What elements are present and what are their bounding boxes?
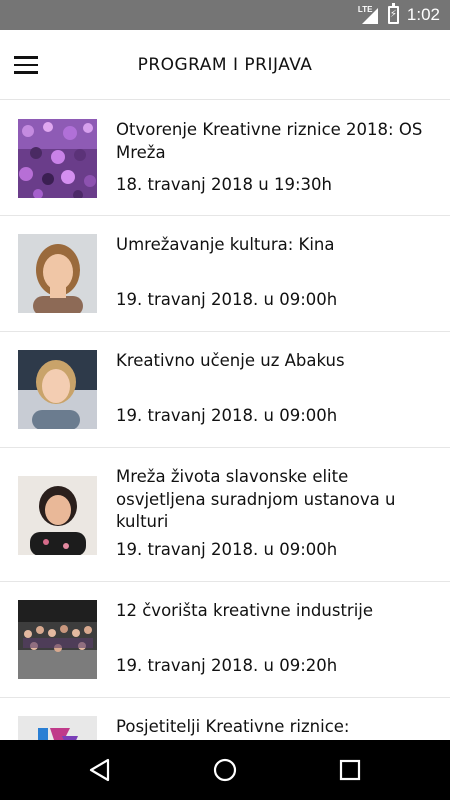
- event-title: 12 čvorišta kreativne industrije: [116, 601, 374, 620]
- back-icon[interactable]: [86, 756, 114, 784]
- crowd-purple-photo: [18, 119, 97, 198]
- dark-haired-woman-portrait-photo: [18, 476, 97, 555]
- event-date: 18. travanj 2018 u 19:30h: [116, 175, 332, 194]
- signal-icon: LTE: [358, 4, 380, 26]
- event-item[interactable]: Mreža života slavonske elite osvjetljena…: [0, 448, 450, 582]
- app-bar: PROGRAM I PRIJAVA: [0, 30, 450, 100]
- logo-photo: [18, 716, 97, 741]
- event-item[interactable]: Posjetitelji Kreativne riznice:: [0, 698, 450, 741]
- recents-icon[interactable]: [336, 756, 364, 784]
- status-time: 1:02: [406, 5, 440, 24]
- event-title: Posjetitelji Kreativne riznice:: [116, 717, 350, 736]
- status-icons: LTE ⚡ 1:02: [358, 0, 440, 30]
- navigation-bar: [0, 740, 450, 800]
- event-item[interactable]: 12 čvorišta kreativne industrije 19. tra…: [0, 582, 450, 698]
- home-icon[interactable]: [211, 756, 239, 784]
- event-list[interactable]: Otvorenje Kreativne riznice 2018: OS Mre…: [0, 101, 450, 741]
- battery-charging-icon: ⚡: [387, 3, 399, 24]
- event-title: Otvorenje Kreativne riznice 2018: OS Mre…: [116, 120, 423, 162]
- event-item[interactable]: Umrežavanje kultura: Kina 19. travanj 20…: [0, 216, 450, 332]
- group-photo: [18, 600, 97, 679]
- page-title: PROGRAM I PRIJAVA: [137, 55, 313, 75]
- event-date: 19. travanj 2018. u 09:00h: [116, 290, 338, 309]
- event-title: Umrežavanje kultura: Kina: [116, 235, 335, 254]
- event-title: Kreativno učenje uz Abakus: [116, 351, 345, 370]
- event-date: 19. travanj 2018. u 09:00h: [116, 540, 338, 559]
- event-item[interactable]: Kreativno učenje uz Abakus 19. travanj 2…: [0, 332, 450, 448]
- event-title: Mreža života slavonske elite osvjetljena…: [116, 467, 396, 531]
- event-date: 19. travanj 2018. u 09:00h: [116, 406, 338, 425]
- woman-portrait-photo: [18, 234, 97, 313]
- event-date: 19. travanj 2018. u 09:20h: [116, 656, 338, 675]
- blonde-woman-portrait-photo: [18, 350, 97, 429]
- status-bar: LTE ⚡ 1:02: [0, 0, 450, 30]
- event-item[interactable]: Otvorenje Kreativne riznice 2018: OS Mre…: [0, 101, 450, 216]
